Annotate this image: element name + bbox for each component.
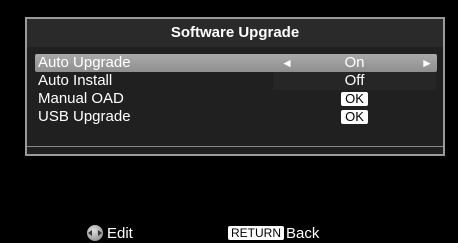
menu-list: Auto Upgrade ◄ On ► Auto Install Off Man… [35,54,437,126]
manual-oad-ok-button[interactable]: OK [341,92,368,106]
panel-divider [27,146,443,147]
dialog-title: Software Upgrade [27,19,443,47]
auto-install-value: Off [273,72,436,90]
menu-item-auto-upgrade[interactable]: Auto Upgrade ◄ On ► [35,54,437,72]
tv-screen: Software Upgrade Auto Upgrade ◄ On ► Aut… [0,0,458,243]
menu-item-label: Auto Upgrade [38,54,131,71]
menu-item-label: USB Upgrade [38,108,131,125]
key-hint-bar: Edit RETURN Back [0,224,458,243]
return-key-icon: RETURN [228,226,284,240]
usb-upgrade-ok-button[interactable]: OK [341,110,368,124]
arrow-right-icon[interactable]: ► [421,54,433,72]
menu-item-auto-install[interactable]: Auto Install Off [35,72,437,90]
edit-label: Edit [107,225,133,242]
usb-upgrade-action: OK [273,108,436,126]
edit-hint: Edit [87,225,133,243]
menu-item-label: Auto Install [38,72,113,89]
manual-oad-action: OK [273,90,436,108]
menu-item-usb-upgrade[interactable]: USB Upgrade OK [35,108,437,126]
back-label: Back [286,225,320,242]
auto-upgrade-value: On [344,54,365,71]
software-upgrade-dialog: Software Upgrade Auto Upgrade ◄ On ► Aut… [25,17,445,156]
menu-item-label: Manual OAD [38,90,124,107]
menu-item-manual-oad[interactable]: Manual OAD OK [35,90,437,108]
back-hint: RETURN Back [228,225,319,243]
dpad-left-right-icon [87,225,103,241]
